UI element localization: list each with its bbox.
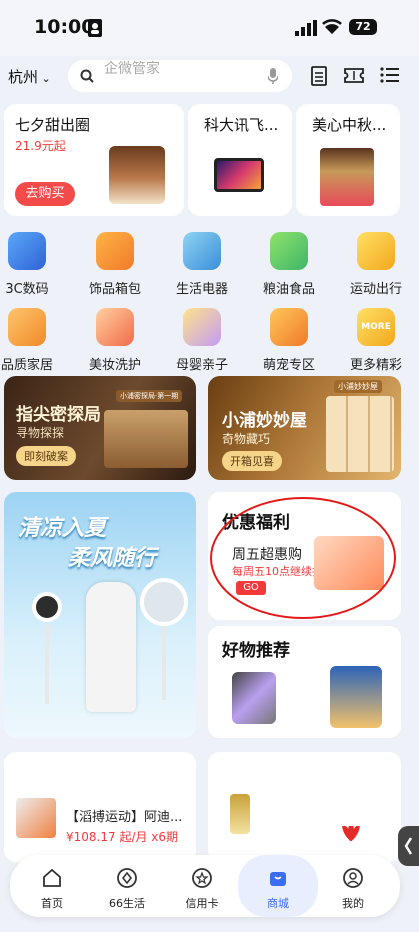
- category-accessories[interactable]: 饰品箱包: [75, 232, 155, 297]
- appliance-icon: [183, 232, 221, 270]
- mooncake-image: [320, 148, 374, 206]
- category-pets[interactable]: 萌宠专区: [249, 308, 329, 373]
- category-more[interactable]: MORE 更多精彩: [336, 308, 416, 373]
- welfare-card[interactable]: 优惠福利 周五超惠购 每周五10点继续抢 GO: [208, 492, 401, 620]
- user-icon: [343, 868, 363, 888]
- sports-icon: [357, 232, 395, 270]
- ticket-icon[interactable]: [344, 67, 364, 84]
- fan-stand: [45, 624, 49, 704]
- summer-fan-card[interactable]: 清凉入夏 柔风随行: [4, 492, 196, 738]
- category-sports[interactable]: 运动出行: [336, 232, 416, 297]
- shoe-image: [16, 798, 56, 838]
- banner-detective[interactable]: 指尖密探局 寻物探探 即刻破案 小浦密探局·第一期: [4, 376, 196, 480]
- featured-title: 七夕甜出圈: [15, 116, 91, 134]
- category-food[interactable]: 粮油食品: [249, 232, 329, 297]
- nav-credit-card[interactable]: 信用卡: [165, 855, 239, 917]
- featured-card-mooncake[interactable]: 美心中秋...: [296, 104, 400, 216]
- banner-subtitle: 寻物探探: [16, 426, 65, 440]
- banner-tag: 小浦密探局·第一期: [116, 390, 183, 402]
- pet-icon: [270, 308, 308, 346]
- cake-image: [109, 146, 165, 204]
- summer-line2: 柔风随行: [68, 546, 157, 571]
- huawei-logo-icon: [342, 826, 360, 841]
- status-bar: 10:00 72: [0, 0, 419, 56]
- search-icon: [80, 69, 94, 83]
- banner-button[interactable]: 开箱见喜: [222, 451, 282, 471]
- featured-price: 21.9元起: [15, 139, 66, 153]
- category-3c[interactable]: 3C数码: [0, 232, 67, 297]
- star-circle-icon: [192, 868, 212, 888]
- banner-curio[interactable]: 小浦妙妙屋 奇物藏巧 开箱见喜 小浦妙妙屋: [208, 376, 401, 480]
- chevron-down-icon: ⌄: [38, 72, 51, 85]
- wifi-icon: [322, 19, 342, 34]
- shelf-image: [326, 396, 394, 472]
- bill-icon[interactable]: [311, 66, 327, 86]
- battery-indicator: 72: [349, 19, 377, 35]
- tablet-image: [214, 158, 264, 192]
- fan-image: [140, 578, 188, 626]
- shop-bag-icon: [270, 872, 286, 886]
- featured-card-iflytek[interactable]: 科大讯飞...: [188, 104, 292, 216]
- signal-icon: [295, 20, 317, 36]
- food-icon: [270, 232, 308, 270]
- search-bar[interactable]: 企微管家: [68, 60, 292, 92]
- home-icon: [43, 868, 61, 887]
- sofa-icon: [8, 308, 46, 346]
- bottom-nav: 首页 66生活 信用卡 商城 我的: [10, 855, 400, 917]
- product-name: 【滔搏运动】阿迪...: [66, 810, 183, 825]
- diamond-circle-icon: [117, 868, 137, 888]
- product-card[interactable]: [208, 752, 401, 862]
- snack-product-image: [330, 666, 382, 728]
- category-baby[interactable]: 母婴亲子: [162, 308, 242, 373]
- featured-card-qixi[interactable]: 七夕甜出圈 21.9元起 去购买: [4, 104, 184, 216]
- fan-stand: [162, 626, 166, 700]
- product-price: ¥108.17 起/月 x6期: [66, 830, 179, 844]
- nav-mine[interactable]: 我的: [316, 855, 390, 917]
- drawer-image: [104, 410, 188, 468]
- category-home[interactable]: 品质家居: [0, 308, 67, 373]
- id-card-icon: [88, 19, 102, 37]
- status-time: 10:00: [34, 16, 95, 38]
- cosmetics-icon: [96, 308, 134, 346]
- tower-fan-image: [86, 582, 136, 712]
- side-handle[interactable]: [398, 826, 419, 866]
- summer-line1: 清凉入夏: [18, 516, 107, 541]
- city-selector[interactable]: 杭州 ⌄: [8, 66, 51, 87]
- banner-title: 小浦妙妙屋: [222, 411, 307, 431]
- featured-title: 科大讯飞...: [204, 116, 279, 134]
- buy-button[interactable]: 去购买: [15, 182, 75, 206]
- fan-image: [32, 592, 62, 622]
- banner-subtitle: 奇物藏巧: [222, 432, 271, 446]
- baby-icon: [183, 308, 221, 346]
- banner-title: 指尖密探局: [16, 405, 101, 425]
- phone-icon: [8, 232, 46, 270]
- search-input[interactable]: 企微管家: [104, 58, 160, 78]
- nav-mall[interactable]: 商城: [238, 855, 318, 917]
- goods-title: 好物推荐: [222, 641, 290, 661]
- category-beauty[interactable]: 美妆洗护: [75, 308, 155, 373]
- featured-title: 美心中秋...: [312, 116, 387, 134]
- goods-card[interactable]: 好物推荐: [208, 626, 401, 738]
- bag-icon: [96, 232, 134, 270]
- banner-tag: 小浦妙妙屋: [334, 380, 382, 393]
- city-label: 杭州: [8, 68, 39, 86]
- chevron-left-icon: [404, 837, 413, 855]
- bottle-image: [230, 794, 250, 834]
- menu-list-icon[interactable]: [380, 67, 399, 83]
- category-appliances[interactable]: 生活电器: [162, 232, 242, 297]
- microphone-icon[interactable]: [268, 68, 278, 84]
- more-icon: MORE: [357, 308, 395, 346]
- nav-66-life[interactable]: 66生活: [90, 855, 164, 917]
- red-circle-annotation: [210, 497, 396, 619]
- banner-button[interactable]: 即刻破案: [16, 446, 76, 466]
- nav-home[interactable]: 首页: [15, 855, 89, 917]
- product-card[interactable]: 【滔搏运动】阿迪... ¥108.17 起/月 x6期: [4, 752, 196, 862]
- phone-product-image: [232, 672, 276, 724]
